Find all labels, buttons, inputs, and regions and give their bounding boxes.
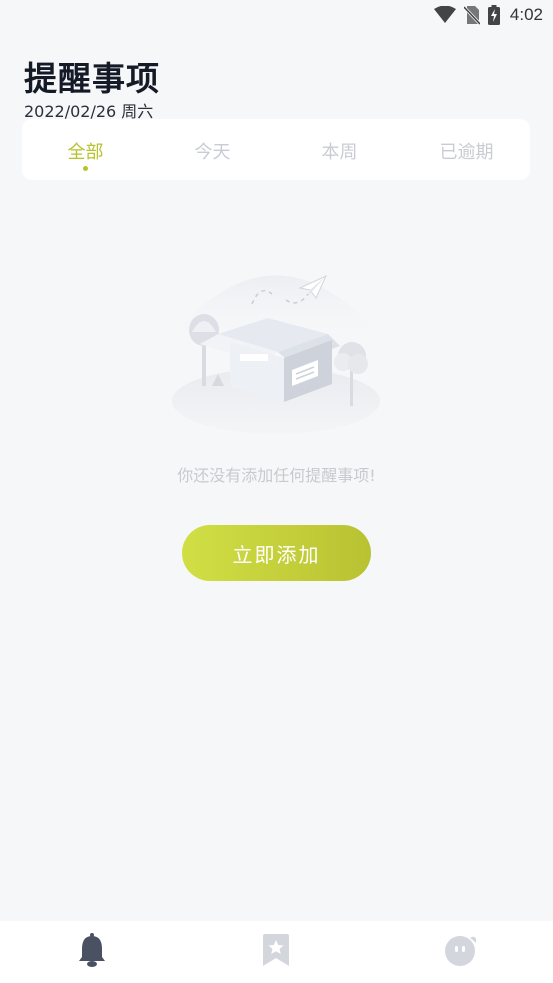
tab-today[interactable]: 今天 <box>149 136 276 164</box>
bell-icon <box>77 933 107 971</box>
nav-bookmarks[interactable] <box>184 921 368 983</box>
tab-label: 今天 <box>194 141 231 163</box>
tab-label: 已逾期 <box>439 141 494 163</box>
filter-tabs: 全部 今天 本周 已逾期 <box>22 119 530 180</box>
bottom-nav <box>0 921 553 983</box>
status-time: 4:02 <box>509 5 543 24</box>
page-title: 提醒事项 <box>24 59 160 98</box>
wifi-icon <box>433 6 456 24</box>
battery-charging-icon <box>487 5 500 25</box>
nav-profile[interactable] <box>369 921 553 983</box>
tab-label: 全部 <box>67 141 104 163</box>
face-icon <box>444 934 478 970</box>
tab-overdue[interactable]: 已逾期 <box>403 136 530 164</box>
bookmark-star-icon <box>262 934 290 970</box>
no-sim-icon <box>463 5 480 25</box>
tab-all[interactable]: 全部 <box>22 136 149 171</box>
nav-reminders[interactable] <box>0 921 184 983</box>
add-now-button[interactable]: 立即添加 <box>182 525 371 581</box>
tab-this-week[interactable]: 本周 <box>276 136 403 164</box>
empty-state-message: 你还没有添加任何提醒事项! <box>177 466 376 485</box>
status-bar: 4:02 <box>0 0 553 30</box>
tab-label: 本周 <box>321 141 358 163</box>
active-tab-indicator <box>83 165 88 171</box>
empty-box-illustration <box>160 238 392 443</box>
